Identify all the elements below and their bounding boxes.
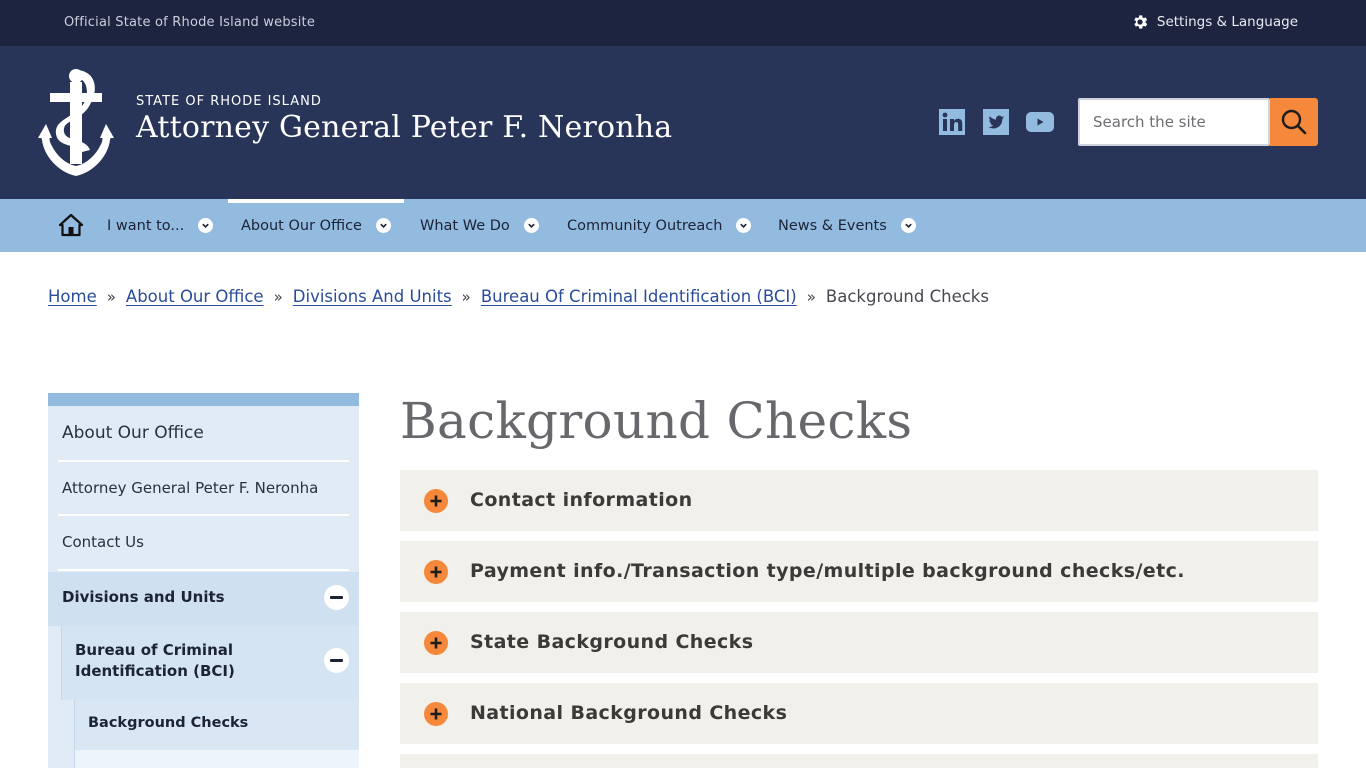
breadcrumb-separator: » [106,287,116,306]
nav-item-what-we-do[interactable]: What We Do [420,199,539,252]
linkedin-icon[interactable] [939,109,965,135]
sidebar-item-label: Bureau of Criminal Identification (BCI) [75,640,235,682]
nav-item-about-our-office[interactable]: About Our Office [228,199,404,252]
state-label: STATE OF RHODE ISLAND [136,94,322,109]
nav-label: What We Do [420,217,510,234]
nav-label: About Our Office [241,217,362,234]
plus-icon [424,560,448,584]
plus-icon [424,489,448,513]
search-icon [1281,109,1307,135]
utility-bar: Official State of Rhode Island website S… [0,0,1366,46]
sidebar-item-label: Contact Us [62,533,144,551]
site-title[interactable]: Attorney General Peter F. Neronha [136,110,672,145]
chevron-down-icon[interactable] [375,218,391,233]
nav-label: Community Outreach [567,217,723,234]
sidebar-item-label: Background Checks [88,715,249,731]
sidebar-subitem-placeholder [74,750,359,768]
sidebar-item-background-checks[interactable]: Background Checks [74,700,359,750]
gear-icon [1134,15,1148,29]
sidebar-item-contact-us[interactable]: Contact Us [48,516,359,569]
breadcrumb-link-about-our-office[interactable]: About Our Office [126,287,264,306]
search-submit-button[interactable] [1270,98,1318,146]
page-title: Background Checks [400,392,913,450]
accordion-label: State Background Checks [470,631,754,653]
breadcrumb: Home » About Our Office » Divisions And … [48,287,989,306]
nav-item-news-events[interactable]: News & Events [778,199,916,252]
sidebar-top-bar [48,393,359,406]
sidebar-item-label-line2: Identification (BCI) [75,662,235,680]
sidebar-nav: About Our Office Attorney General Peter … [48,393,359,768]
collapse-minus-icon[interactable] [324,648,349,673]
chevron-down-icon[interactable] [523,218,539,233]
sidebar-item-divisions-and-units[interactable]: Divisions and Units [48,572,359,626]
breadcrumb-current: Background Checks [825,287,989,306]
accordion-contact-information[interactable]: Contact information [400,470,1318,531]
nav-label: News & Events [778,217,887,234]
main-nav: I want to... About Our Office What We Do… [0,199,1366,252]
anchor-logo-icon[interactable] [38,68,124,178]
accordion-payment-info[interactable]: Payment info./Transaction type/multiple … [400,541,1318,602]
sidebar-item-bci[interactable]: Bureau of Criminal Identification (BCI) [61,626,359,700]
sidebar-item-attorney-general[interactable]: Attorney General Peter F. Neronha [48,462,359,515]
accordion-label: National Background Checks [470,702,788,724]
plus-icon [424,702,448,726]
nav-item-i-want-to[interactable]: I want to... [107,199,214,252]
sidebar-item-label: About Our Office [62,423,204,443]
sidebar-item-label-line1: Bureau of Criminal [75,641,234,659]
sidebar-item-about-our-office[interactable]: About Our Office [48,406,359,461]
breadcrumb-separator: » [273,287,283,306]
accordion-state-background-checks[interactable]: State Background Checks [400,612,1318,673]
breadcrumb-separator: » [461,287,471,306]
sidebar-item-label: Divisions and Units [62,588,225,606]
breadcrumb-separator: » [806,287,816,306]
breadcrumb-link-home[interactable]: Home [48,287,97,306]
plus-icon [424,631,448,655]
collapse-minus-icon[interactable] [324,585,349,610]
youtube-icon[interactable] [1025,109,1055,135]
chevron-down-icon[interactable] [198,218,214,233]
accordion-next-partial[interactable] [400,754,1318,768]
site-search-input[interactable] [1078,98,1270,146]
chevron-down-icon[interactable] [900,218,916,233]
accordion-national-background-checks[interactable]: National Background Checks [400,683,1318,744]
chevron-down-icon[interactable] [736,218,752,233]
accordion-label: Contact information [470,489,693,511]
accordion-label: Payment info./Transaction type/multiple … [470,560,1185,582]
breadcrumb-link-divisions-and-units[interactable]: Divisions And Units [293,287,452,306]
sidebar-item-label: Attorney General Peter F. Neronha [62,479,319,497]
nav-label: I want to... [107,217,185,234]
breadcrumb-link-bci[interactable]: Bureau Of Criminal Identification (BCI) [481,287,797,306]
settings-language-label: Settings & Language [1156,14,1298,30]
nav-item-community-outreach[interactable]: Community Outreach [567,199,752,252]
official-site-text: Official State of Rhode Island website [64,15,316,30]
site-header: STATE OF RHODE ISLAND Attorney General P… [0,46,1366,199]
sidebar-divider [58,569,349,571]
settings-language-button[interactable]: Settings & Language [1131,13,1298,31]
twitter-icon[interactable] [983,109,1009,135]
home-icon[interactable] [58,212,84,238]
